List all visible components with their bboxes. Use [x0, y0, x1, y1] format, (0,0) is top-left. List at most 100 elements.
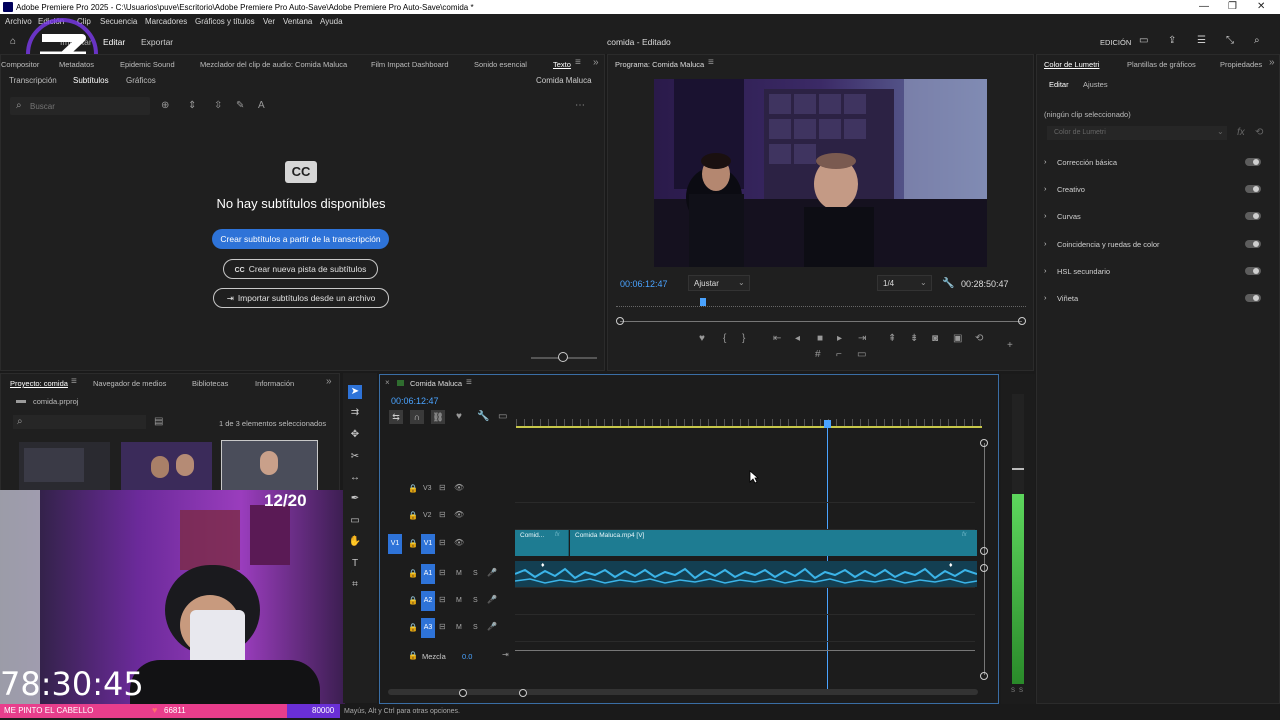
subtab-graficos[interactable]: Gráficos — [126, 76, 156, 85]
fullscreen-icon[interactable]: ⤡ — [1226, 35, 1234, 46]
timeline-tab[interactable]: Comida Maluca — [410, 379, 462, 388]
menu-marcadores[interactable]: Marcadores — [145, 17, 187, 26]
tab-lumetri[interactable]: Color de Lumetri — [1044, 60, 1099, 69]
subtab-transcripcion[interactable]: Transcripción — [9, 76, 57, 85]
tab-audio-mixer[interactable]: Mezclador del clip de audio: Comida Malu… — [200, 60, 347, 69]
search-help-icon[interactable]: ⌕ — [1254, 35, 1260, 46]
monitor-scrollbar[interactable] — [620, 321, 1022, 322]
tab-film-impact[interactable]: Film Impact Dashboard — [371, 60, 449, 69]
section-ruedas[interactable]: Coincidencia y ruedas de color — [1057, 240, 1160, 249]
search-box[interactable]: ⌕ — [10, 97, 150, 115]
program-timecode[interactable]: 00:06:12:47 — [620, 279, 668, 289]
close-tab-icon[interactable]: × — [385, 378, 390, 388]
split-icon[interactable]: ⇳ — [214, 101, 222, 111]
time-ruler[interactable] — [516, 419, 982, 428]
track-v1-label[interactable]: V1 — [421, 534, 435, 554]
workspace-label[interactable]: EDICIÓN — [1100, 38, 1131, 47]
mix-value[interactable]: 0.0 — [462, 652, 472, 661]
menu-ventana[interactable]: Ventana — [283, 17, 312, 26]
menu-ayuda[interactable]: Ayuda — [320, 17, 343, 26]
rectangle-icon[interactable]: ▭ — [348, 514, 362, 528]
edit-icon[interactable]: ✎ — [236, 101, 244, 111]
tab-exportar[interactable]: Exportar — [141, 37, 173, 47]
close-icon[interactable]: ✕ — [1257, 1, 1265, 12]
new-bin-icon[interactable]: ▤ — [154, 417, 163, 427]
project-menu-icon[interactable]: ≡ — [71, 377, 77, 387]
new-caption-track-button[interactable]: CC Crear nueva pista de subtítulos — [223, 259, 378, 279]
go-to-out-icon[interactable]: ⇥ — [858, 334, 866, 344]
mark-in-icon[interactable]: { — [723, 334, 726, 344]
mark-out-icon[interactable]: } — [742, 334, 745, 344]
sync-icon[interactable]: ⊟ — [439, 568, 446, 578]
type-icon[interactable]: T — [348, 557, 362, 571]
lumetri-dropdown[interactable]: Color de Lumetri ⌄ — [1047, 126, 1227, 140]
lock-icon[interactable]: 🔒 — [408, 569, 418, 579]
vscroll-handle-top[interactable] — [980, 439, 988, 447]
panel-overflow-icon[interactable]: » — [1269, 58, 1275, 68]
lock-icon[interactable]: 🔒 — [408, 596, 418, 606]
microphone-icon[interactable]: 🎤 — [487, 622, 497, 632]
video-clip-short[interactable]: Comid... fx — [515, 530, 569, 556]
subtab-ajustes[interactable]: Ajustes — [1083, 80, 1108, 89]
extract-icon[interactable]: ⇟ — [910, 334, 918, 344]
lock-icon[interactable]: 🔒 — [408, 511, 418, 521]
go-to-in-icon[interactable]: ⇤ — [773, 334, 781, 344]
toggle-hsl[interactable] — [1245, 267, 1261, 275]
scroll-handle-left[interactable] — [616, 317, 624, 325]
video-clip-main[interactable]: Comida Maluca.mp4 [V] fx — [570, 530, 977, 556]
reset-icon[interactable]: ⟲ — [1255, 128, 1263, 138]
meter-solo-left[interactable]: S — [1011, 688, 1015, 694]
lock-icon[interactable]: 🔒 — [408, 651, 418, 661]
tab-navegador[interactable]: Navegador de medios — [93, 379, 166, 388]
timeline-vscroll[interactable] — [984, 443, 985, 675]
monitor-ruler[interactable] — [616, 299, 1026, 307]
tab-propiedades[interactable]: Propiedades — [1220, 60, 1262, 69]
hscroll-bar[interactable] — [388, 689, 978, 695]
fit-dropdown[interactable]: Ajustar ⌄ — [688, 275, 750, 291]
subtab-editar[interactable]: Editar — [1049, 80, 1069, 89]
menu-ver[interactable]: Ver — [263, 17, 275, 26]
tab-sonido-esencial[interactable]: Sonido esencial — [474, 60, 527, 69]
ripple-edit-icon[interactable]: ✥ — [348, 428, 362, 442]
project-search[interactable]: ⌕ — [13, 415, 146, 429]
thumbnail-1[interactable] — [19, 442, 110, 494]
search-input[interactable] — [30, 99, 140, 113]
captions-display-icon[interactable]: ▭ — [498, 412, 507, 422]
vr-icon[interactable]: ⟲ — [975, 334, 983, 344]
microphone-icon[interactable]: 🎤 — [487, 595, 497, 605]
more-options-icon[interactable]: ⋯ — [575, 101, 585, 111]
audio-clip[interactable]: ♦ ♦ — [515, 561, 977, 587]
quick-export-icon[interactable]: ⇪ — [1168, 35, 1176, 46]
track-a3-label[interactable]: A3 — [421, 618, 435, 638]
magnet-button[interactable]: ∩ — [410, 410, 424, 424]
panel-menu-icon[interactable]: ≡ — [575, 58, 581, 68]
sync-icon[interactable]: ⊟ — [439, 538, 446, 548]
panel-overflow-icon[interactable]: » — [326, 377, 332, 387]
toggle-creativo[interactable] — [1245, 185, 1261, 193]
add-button-icon[interactable]: + — [1007, 341, 1013, 351]
toggle-curvas[interactable] — [1245, 212, 1261, 220]
safe-margins-icon[interactable]: # — [815, 350, 821, 360]
toggle-correccion-basica[interactable] — [1245, 158, 1261, 166]
sync-icon[interactable]: ⊟ — [439, 510, 446, 520]
eye-icon[interactable]: 👁 — [454, 510, 464, 520]
step-forward-icon[interactable]: ▸ — [837, 334, 842, 344]
meter-solo-right[interactable]: S — [1019, 688, 1023, 694]
menu-secuencia[interactable]: Secuencia — [100, 17, 137, 26]
subtab-subtitulos[interactable]: Subtítulos — [73, 76, 109, 85]
program-menu-icon[interactable]: ≡ — [708, 58, 714, 68]
mute-button[interactable]: M — [456, 597, 462, 604]
timeline-menu-icon[interactable]: ≡ — [466, 378, 472, 388]
tab-bibliotecas[interactable]: Bibliotecas — [192, 379, 228, 388]
hscroll-handle-left[interactable] — [459, 689, 467, 697]
tab-proyecto[interactable]: Proyecto: comida — [10, 379, 68, 388]
tab-epidemic-sound[interactable]: Epidemic Sound — [120, 60, 175, 69]
thumbnail-3-selected[interactable] — [221, 440, 318, 496]
camera-icon[interactable]: ◙ — [932, 334, 938, 344]
sync-icon[interactable]: ⊟ — [439, 595, 446, 605]
tab-compositor[interactable]: Compositor — [1, 60, 39, 69]
tab-metadatos[interactable]: Metadatos — [59, 60, 94, 69]
tab-texto[interactable]: Texto — [553, 60, 571, 69]
wrench-icon[interactable]: 🔧 — [942, 279, 954, 289]
section-creativo[interactable]: Creativo — [1057, 185, 1085, 194]
